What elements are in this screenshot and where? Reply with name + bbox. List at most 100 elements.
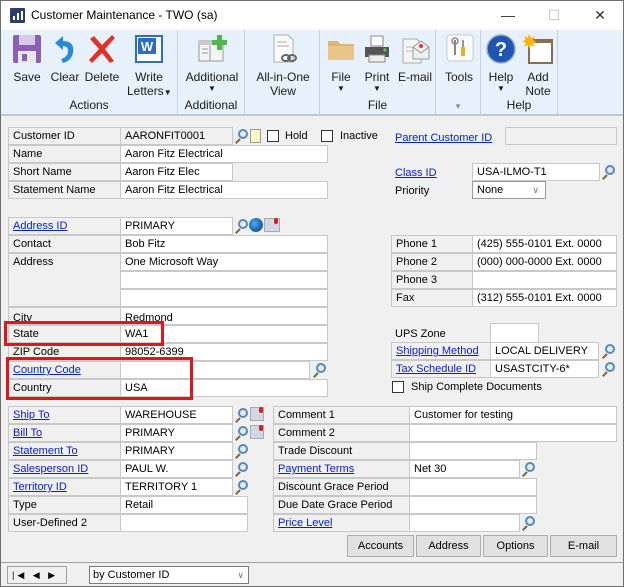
tax-schedule-id-field[interactable]: USASTCITY-6* [490, 360, 599, 378]
email-button[interactable]: E-mail [396, 33, 434, 84]
all-in-one-view-icon [267, 33, 299, 65]
address-id-field[interactable]: PRIMARY [120, 217, 233, 235]
parent-customer-id-link[interactable]: Parent Customer ID [395, 129, 492, 147]
customer-id-lookup-icon[interactable] [234, 129, 248, 144]
additional-icon [196, 33, 228, 65]
internet-info-globe-icon[interactable] [249, 218, 263, 232]
class-id-link[interactable]: Class ID [395, 164, 437, 182]
record-navigation-buttons[interactable]: |◀ ◀ ▶ ▶| [7, 566, 67, 587]
save-button[interactable]: Save [9, 33, 45, 84]
fax-field[interactable]: (312) 555-0101 Ext. 0000 [472, 289, 617, 307]
trade-discount-field[interactable] [409, 442, 537, 460]
country-code-lookup-icon[interactable] [312, 363, 326, 378]
inactive-checkbox[interactable] [321, 130, 333, 142]
chevron-down-icon: ∨ [532, 185, 539, 195]
contact-field[interactable]: Bob Fitz [120, 235, 328, 253]
shipping-method-lookup-icon[interactable] [601, 344, 615, 359]
statement-to-field[interactable]: PRIMARY [120, 442, 233, 460]
statement-name-field[interactable]: Aaron Fitz Electrical [120, 181, 328, 199]
payment-terms-field[interactable]: Net 30 [409, 460, 520, 478]
discount-grace-period-field[interactable] [409, 478, 537, 496]
address-email-icon[interactable] [264, 218, 280, 232]
price-level-field[interactable] [409, 514, 520, 532]
clear-button[interactable]: Clear [47, 33, 83, 84]
accounts-button[interactable]: Accounts [347, 535, 414, 557]
ship-complete-checkbox[interactable] [392, 381, 404, 393]
phone2-field[interactable]: (000) 000-0000 Ext. 0000 [472, 253, 617, 271]
state-highlight-box [4, 321, 164, 346]
sort-by-dropdown[interactable]: by Customer ID ∨ [89, 566, 249, 584]
comment2-field[interactable] [409, 424, 617, 442]
priority-dropdown[interactable]: None ∨ [472, 181, 546, 199]
clear-icon [49, 33, 81, 65]
ship-to-link[interactable]: Ship To [8, 406, 121, 424]
bill-to-email-icon[interactable] [250, 425, 264, 439]
short-name-field[interactable]: Aaron Fitz Elec [120, 163, 233, 181]
email-window-button[interactable]: E-mail [550, 535, 617, 557]
address-line3-field[interactable] [120, 289, 328, 307]
bill-to-lookup-icon[interactable] [234, 426, 248, 441]
group-label-tools[interactable]: ▾ [436, 101, 480, 112]
help-button[interactable]: ? Help ▼ [484, 33, 518, 94]
options-button[interactable]: Options [483, 535, 548, 557]
parent-customer-id-field[interactable] [505, 127, 617, 145]
priority-label: Priority [395, 185, 430, 197]
shipping-method-link[interactable]: Shipping Method [391, 342, 491, 360]
ship-to-field[interactable]: WAREHOUSE [120, 406, 233, 424]
additional-button[interactable]: Additional ▼ [181, 33, 243, 94]
tax-schedule-id-link[interactable]: Tax Schedule ID [391, 360, 491, 378]
hold-checkbox[interactable] [267, 130, 279, 142]
territory-id-link[interactable]: Territory ID [8, 478, 121, 496]
user-defined-2-field[interactable] [120, 514, 248, 532]
class-id-lookup-icon[interactable] [601, 165, 615, 180]
close-button[interactable]: ✕ [577, 1, 623, 30]
territory-id-field[interactable]: TERRITORY 1 [120, 478, 233, 496]
add-note-button[interactable]: Add Note [521, 33, 555, 98]
maximize-button[interactable]: ☐ [531, 1, 577, 30]
address-button[interactable]: Address [416, 535, 481, 557]
address-line2-field[interactable] [120, 271, 328, 289]
new-document-icon[interactable] [250, 129, 261, 143]
statement-to-lookup-icon[interactable] [234, 444, 248, 459]
shipping-method-field[interactable]: LOCAL DELIVERY [490, 342, 599, 360]
printer-icon [361, 33, 393, 65]
salesperson-id-link[interactable]: Salesperson ID [8, 460, 121, 478]
due-date-grace-period-field[interactable] [409, 496, 537, 514]
class-id-field[interactable]: USA-ILMO-T1 [472, 163, 600, 181]
address-id-lookup-icon[interactable] [234, 219, 248, 234]
territory-id-lookup-icon[interactable] [234, 480, 248, 495]
write-letters-button[interactable]: W Write Letters▼ [127, 33, 172, 100]
minimize-button[interactable]: — [485, 1, 531, 30]
delete-button[interactable]: Delete [83, 33, 121, 84]
customer-id-field[interactable]: AARONFIT0001 [120, 127, 233, 145]
type-field[interactable]: Retail [120, 496, 248, 514]
address-id-link[interactable]: Address ID [8, 217, 121, 235]
bill-to-field[interactable]: PRIMARY [120, 424, 233, 442]
price-level-lookup-icon[interactable] [521, 516, 535, 531]
ribbon-group-additional: Additional ▼ Additional [178, 30, 245, 114]
phone3-field[interactable] [472, 271, 617, 289]
print-button[interactable]: Print ▼ [360, 33, 394, 94]
discount-grace-period-label: Discount Grace Period [273, 478, 410, 496]
ups-zone-field[interactable] [490, 323, 539, 343]
phone1-field[interactable]: (425) 555-0101 Ext. 0000 [472, 235, 617, 253]
payment-terms-lookup-icon[interactable] [521, 462, 535, 477]
tools-button[interactable]: Tools [440, 33, 478, 84]
ship-complete-label: Ship Complete Documents [411, 381, 542, 393]
comment1-field[interactable]: Customer for testing [409, 406, 617, 424]
bill-to-link[interactable]: Bill To [8, 424, 121, 442]
salesperson-id-field[interactable]: PAUL W. [120, 460, 233, 478]
price-level-link[interactable]: Price Level [273, 514, 410, 532]
ship-to-email-icon[interactable] [250, 407, 264, 421]
file-button[interactable]: File ▼ [324, 33, 358, 94]
comment1-label: Comment 1 [273, 406, 410, 424]
statement-to-link[interactable]: Statement To [8, 442, 121, 460]
ship-to-lookup-icon[interactable] [234, 408, 248, 423]
address-line1-field[interactable]: One Microsoft Way [120, 253, 328, 271]
all-in-one-view-button[interactable]: All-in-One View [250, 33, 316, 98]
name-field[interactable]: Aaron Fitz Electrical [120, 145, 328, 163]
phone1-label: Phone 1 [391, 235, 473, 253]
tax-schedule-id-lookup-icon[interactable] [601, 362, 615, 377]
salesperson-id-lookup-icon[interactable] [234, 462, 248, 477]
payment-terms-link[interactable]: Payment Terms [273, 460, 410, 478]
